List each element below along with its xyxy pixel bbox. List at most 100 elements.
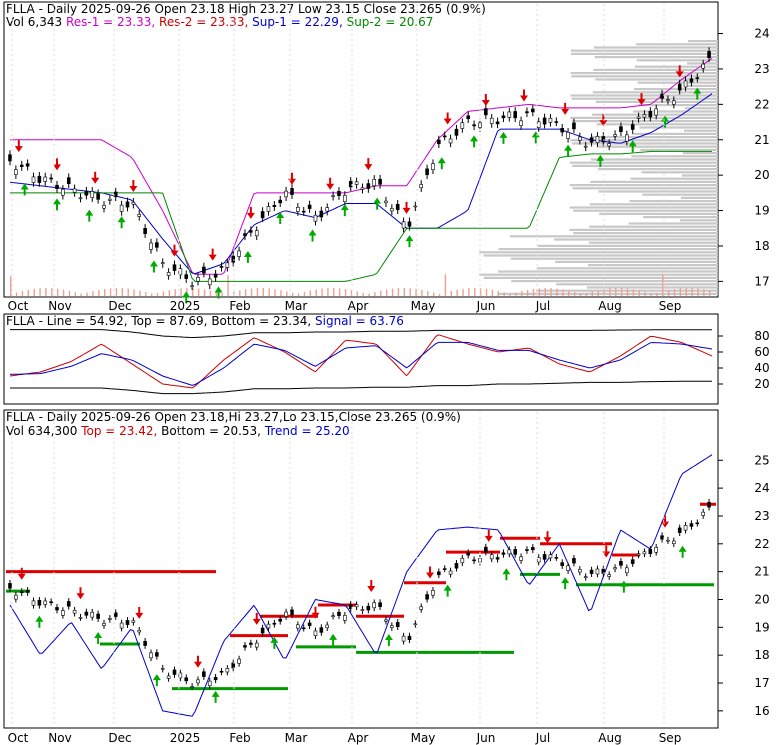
price-candle-body [260, 211, 265, 219]
volume-bar [656, 293, 658, 296]
price2-candle-body [90, 611, 95, 618]
price2-x-tick-label: Aug [598, 731, 621, 745]
volume-bar [109, 288, 112, 296]
volume-profile-bar [597, 145, 718, 148]
price2-candle-body [254, 642, 259, 648]
price2-candle-body [78, 616, 83, 619]
volume-bar [133, 289, 135, 296]
price2-candle-body [131, 620, 136, 623]
volume-profile-bar [679, 219, 718, 222]
price2-candle-body [390, 625, 394, 628]
price2-candle-body [319, 627, 324, 633]
price-candle-body [55, 184, 59, 189]
osc-header-part-2: Bottom = 23.34, [208, 314, 312, 328]
price2-panel-header-line1: FLLA - Daily 2025-09-26 Open 23.18,Hi 23… [6, 410, 461, 424]
price-candle-body [560, 127, 565, 133]
chart-canvas: FLLA - Daily 2025-09-26 Open 23.18 High … [3, 1, 770, 745]
volume-profile-bar [681, 174, 718, 177]
price-candle-body [613, 134, 617, 137]
volume-bar [521, 291, 523, 296]
price2-candle-body [301, 627, 306, 630]
price-candle-body [172, 264, 177, 271]
price2-candle-body [213, 677, 218, 681]
price-candle-body [78, 197, 83, 200]
volume-bar [203, 289, 206, 296]
price-candle-body [466, 115, 471, 120]
price2-candle-body [96, 613, 100, 619]
volume-profile-bar [595, 78, 718, 81]
volume-bar [21, 291, 24, 296]
price-candle-body [266, 206, 271, 212]
volume-bar [286, 291, 288, 296]
price-panel-y-axis: 24 23 22 21 20 19 18 17 [718, 27, 770, 288]
volume-bar [174, 289, 176, 296]
price2-candle-body [125, 620, 130, 625]
price2-x-tick-label: May [411, 731, 436, 745]
price-candle-body [202, 266, 206, 274]
price-candle-body [155, 242, 159, 248]
price-candle-body [113, 191, 118, 198]
volume-bar [74, 292, 77, 296]
price2-candle-body [207, 680, 212, 687]
volume-bar [244, 289, 247, 296]
volume-bar [145, 292, 147, 296]
price-candle-body [437, 139, 441, 145]
price-y-tick-label: 21 [754, 133, 769, 147]
price2-candle-body [249, 642, 253, 645]
price-candle-body [213, 273, 218, 278]
price2-candle-body [260, 627, 265, 634]
volume-bar [703, 289, 705, 296]
price-candle-body [366, 183, 371, 189]
price2-candle-body [266, 623, 271, 629]
price-candle-body [495, 121, 500, 125]
volume-profile-bar [555, 260, 718, 263]
price-x-tick-label: Jun [476, 299, 496, 313]
volume-profile-bar [556, 283, 718, 286]
volume-bar [456, 289, 458, 296]
volume-bar [80, 293, 82, 296]
volume-profile-bar [635, 43, 718, 46]
volume-bar [156, 292, 159, 296]
volume-bar [309, 290, 311, 296]
volume-bar [679, 288, 682, 296]
price-header-2-part-0: Vol 6,343 [6, 15, 62, 29]
price-candle-body [19, 164, 24, 167]
price-x-tick-label: Oct [8, 299, 29, 313]
volume-bar [98, 289, 100, 296]
price2-candle-body [155, 652, 159, 657]
price-candle-body [531, 108, 535, 113]
price-candle-body [49, 177, 53, 180]
volume-bar [51, 288, 53, 296]
price2-y-tick-label: 23 [754, 509, 769, 523]
price-candle-body [143, 227, 147, 234]
price2-candle-body [325, 624, 330, 629]
price-candle-body [542, 117, 547, 125]
price-candle-body [689, 78, 694, 83]
price-panel-header-line1: FLLA - Daily 2025-09-26 Open 23.18 High … [6, 2, 486, 16]
price2-candle-body [401, 635, 406, 642]
price2-candle-body [630, 559, 635, 564]
volume-bar [256, 288, 259, 296]
price2-panel-header-line2: Vol 634,300 Top = 23.42, Bottom = 20.53,… [6, 424, 350, 438]
price-x-tick-label: Dec [108, 299, 131, 313]
price-candle-body [125, 201, 130, 208]
price2-candle-body [560, 562, 565, 566]
price-y-tick-label: 19 [754, 204, 769, 218]
volume-profile-bar [569, 228, 718, 231]
price2-candle-body [307, 622, 312, 627]
price2-candle-body [149, 652, 153, 659]
price2-candle-body [137, 629, 142, 633]
price2-header-1-part-0: FLLA - Daily 2025-09-26 Open 23.18,Hi 23… [6, 410, 461, 424]
price-candle-body [296, 207, 300, 212]
volume-profile-bar [569, 184, 718, 187]
price2-candle-body [25, 590, 30, 593]
volume-profile-bar [629, 200, 718, 203]
price-candle-body [519, 120, 523, 126]
price-candle-body [607, 143, 611, 147]
price-candle-body [149, 242, 153, 250]
price2-candle-body [14, 594, 18, 600]
volume-bar [333, 288, 335, 296]
volume-bar [221, 293, 223, 296]
price2-candle-body [501, 552, 506, 555]
price-candle-body [90, 191, 95, 198]
